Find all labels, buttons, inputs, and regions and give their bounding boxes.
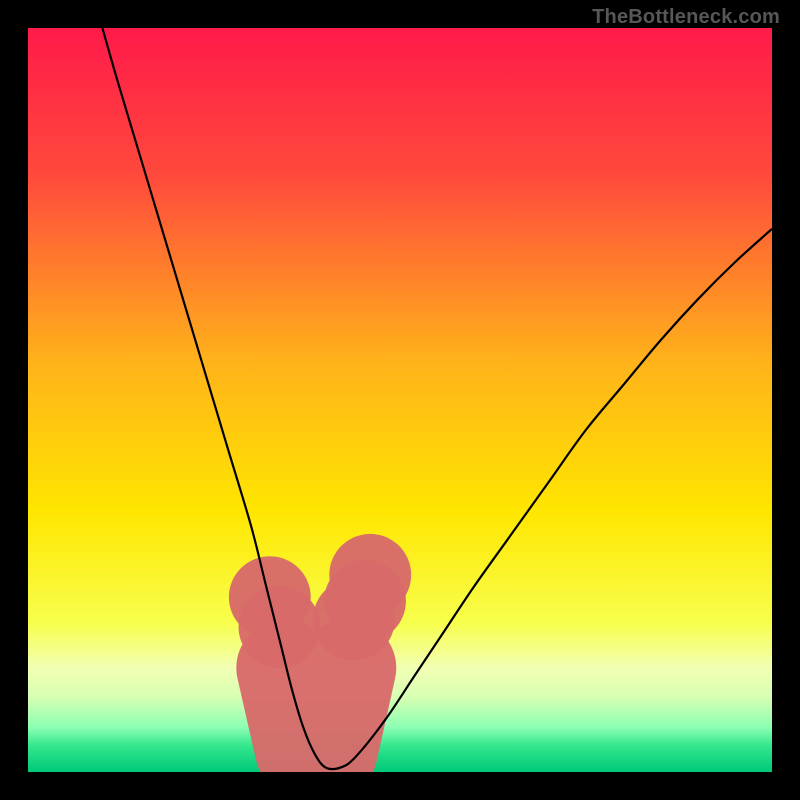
trough-dot: [239, 586, 321, 668]
watermark-text: TheBottleneck.com: [592, 6, 780, 29]
bottleneck-plot: [28, 28, 772, 772]
gradient-background: [28, 28, 772, 772]
chart-frame: TheBottleneck.com: [0, 0, 800, 800]
trough-dot: [329, 534, 411, 616]
plot-svg: [28, 28, 772, 772]
trough-band: [285, 668, 348, 751]
